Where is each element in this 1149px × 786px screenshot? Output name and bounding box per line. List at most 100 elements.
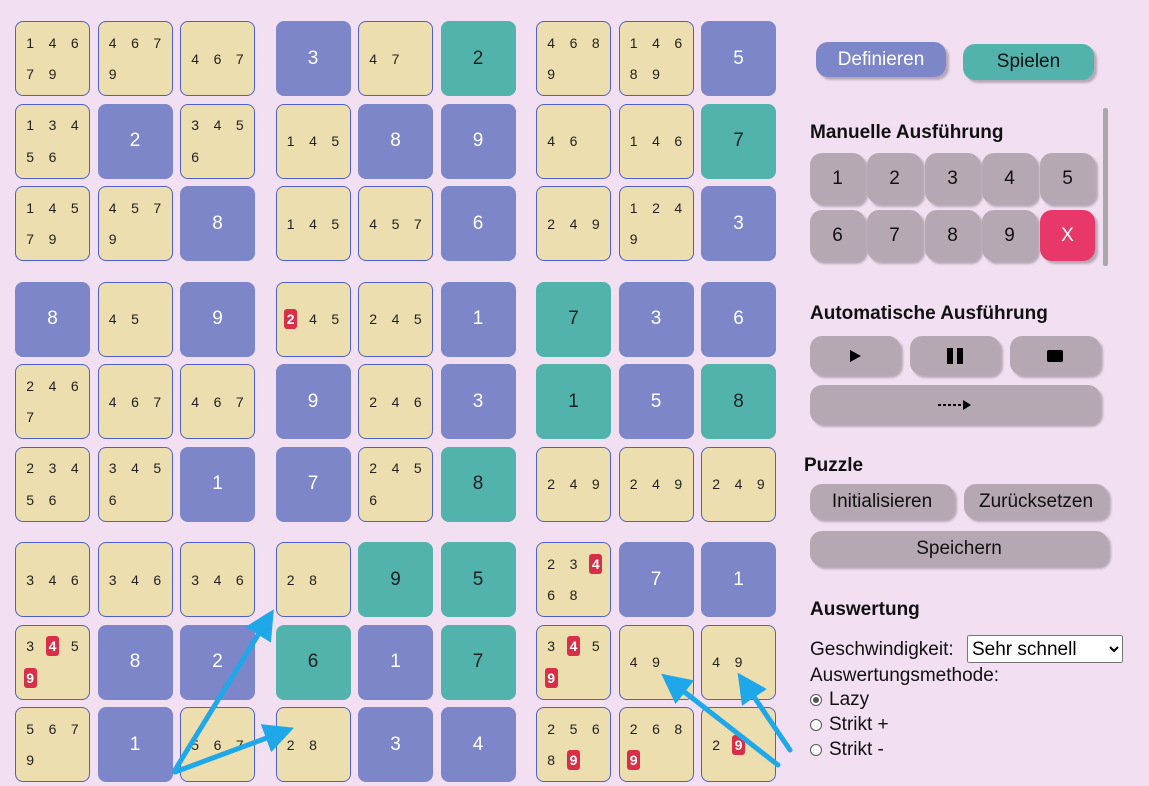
- cell-r7c2[interactable]: 346: [97, 542, 173, 617]
- pause-button[interactable]: [910, 336, 1000, 375]
- manual-scrollbar[interactable]: [1103, 108, 1108, 266]
- cell-r1c1[interactable]: 146 79: [15, 21, 90, 96]
- cell-r9c6[interactable]: 4: [440, 707, 516, 782]
- cell-r8c5[interactable]: 1: [358, 624, 433, 700]
- cell-r1c3[interactable]: 467: [180, 21, 255, 96]
- cell-r8c8[interactable]: 49: [618, 624, 694, 700]
- cell-r9c7[interactable]: 256 89: [536, 707, 611, 782]
- cell-r8c2[interactable]: 8: [97, 624, 173, 700]
- number-button-3[interactable]: 3: [925, 153, 980, 204]
- cell-r5c4[interactable]: 9: [275, 364, 351, 439]
- cell-r7c4[interactable]: 28: [275, 542, 351, 617]
- cell-r3c8[interactable]: 124 9: [618, 186, 694, 261]
- cell-r1c9[interactable]: 5: [701, 21, 776, 96]
- cell-r3c6[interactable]: 6: [440, 186, 516, 261]
- cell-r7c3[interactable]: 346: [180, 542, 255, 617]
- play-button[interactable]: [810, 336, 900, 375]
- cell-r1c2[interactable]: 467 9: [97, 21, 173, 96]
- stop-button[interactable]: [1010, 336, 1100, 375]
- cell-r3c1[interactable]: 145 79: [15, 186, 90, 261]
- define-mode-button[interactable]: Definieren: [816, 42, 946, 77]
- cell-r6c6[interactable]: 8: [440, 446, 516, 522]
- cell-r3c3[interactable]: 8: [180, 186, 255, 261]
- cell-r6c9[interactable]: 249: [701, 446, 776, 522]
- clear-button[interactable]: X: [1040, 210, 1095, 261]
- cell-r6c3[interactable]: 1: [180, 446, 255, 522]
- number-button-5[interactable]: 5: [1040, 153, 1095, 204]
- cell-r7c5[interactable]: 9: [358, 542, 433, 617]
- cell-r6c7[interactable]: 249: [536, 446, 611, 522]
- cell-r9c1[interactable]: 567 9: [15, 707, 90, 782]
- method-radio-option[interactable]: Strikt -: [810, 739, 884, 761]
- cell-r2c4[interactable]: 145: [275, 103, 351, 179]
- method-radio-option[interactable]: Strikt +: [810, 714, 889, 736]
- number-button-7[interactable]: 7: [867, 210, 922, 261]
- cell-r5c6[interactable]: 3: [440, 364, 516, 439]
- number-button-8[interactable]: 8: [925, 210, 980, 261]
- cell-r6c5[interactable]: 245 6: [358, 446, 433, 522]
- cell-r1c7[interactable]: 468 9: [536, 21, 611, 96]
- cell-r8c1[interactable]: 345 9: [15, 624, 90, 700]
- cell-r1c5[interactable]: 47: [358, 21, 433, 96]
- cell-r5c1[interactable]: 246 7: [15, 364, 90, 439]
- radio-button[interactable]: [810, 719, 822, 731]
- cell-r6c8[interactable]: 249: [618, 446, 694, 522]
- number-button-2[interactable]: 2: [867, 153, 922, 204]
- cell-r7c8[interactable]: 7: [618, 542, 694, 617]
- cell-r2c5[interactable]: 8: [358, 103, 433, 179]
- cell-r9c5[interactable]: 3: [358, 707, 433, 782]
- cell-r9c2[interactable]: 1: [97, 707, 173, 782]
- cell-r3c4[interactable]: 145: [275, 186, 351, 261]
- save-button[interactable]: Speichern: [810, 531, 1108, 566]
- initialize-button[interactable]: Initialisieren: [810, 484, 954, 519]
- cell-r4c9[interactable]: 6: [701, 281, 776, 357]
- cell-r2c9[interactable]: 7: [701, 103, 776, 179]
- cell-r9c9[interactable]: 29: [701, 707, 776, 782]
- cell-r2c2[interactable]: 2: [97, 103, 173, 179]
- cell-r2c6[interactable]: 9: [440, 103, 516, 179]
- cell-r5c2[interactable]: 467: [97, 364, 173, 439]
- number-button-9[interactable]: 9: [982, 210, 1037, 261]
- cell-r9c8[interactable]: 268 9: [618, 707, 694, 782]
- cell-r6c1[interactable]: 234 56: [15, 446, 90, 522]
- cell-r4c5[interactable]: 245: [358, 281, 433, 357]
- number-button-1[interactable]: 1: [810, 153, 865, 204]
- cell-r5c8[interactable]: 5: [618, 364, 694, 439]
- cell-r4c6[interactable]: 1: [440, 281, 516, 357]
- play-mode-button[interactable]: Spielen: [963, 44, 1094, 80]
- cell-r4c3[interactable]: 9: [180, 281, 255, 357]
- radio-button[interactable]: [810, 744, 822, 756]
- cell-r4c4[interactable]: 245: [275, 281, 351, 357]
- cell-r3c9[interactable]: 3: [701, 186, 776, 261]
- cell-r2c3[interactable]: 345 6: [180, 103, 255, 179]
- cell-r1c4[interactable]: 3: [275, 21, 351, 96]
- cell-r5c7[interactable]: 1: [536, 364, 611, 439]
- step-button[interactable]: [810, 385, 1100, 424]
- cell-r7c7[interactable]: 234 68: [536, 542, 611, 617]
- cell-r5c9[interactable]: 8: [701, 364, 776, 439]
- cell-r9c3[interactable]: 567: [180, 707, 255, 782]
- cell-r8c9[interactable]: 49: [701, 624, 776, 700]
- number-button-4[interactable]: 4: [982, 153, 1037, 204]
- cell-r4c8[interactable]: 3: [618, 281, 694, 357]
- cell-r5c3[interactable]: 467: [180, 364, 255, 439]
- cell-r3c5[interactable]: 457: [358, 186, 433, 261]
- number-button-6[interactable]: 6: [810, 210, 865, 261]
- speed-select[interactable]: Sehr schnell: [967, 635, 1123, 663]
- cell-r2c7[interactable]: 46: [536, 103, 611, 179]
- cell-r8c3[interactable]: 2: [180, 624, 255, 700]
- cell-r8c6[interactable]: 7: [440, 624, 516, 700]
- cell-r3c7[interactable]: 249: [536, 186, 611, 261]
- radio-button[interactable]: [810, 694, 822, 706]
- cell-r6c2[interactable]: 345 6: [97, 446, 173, 522]
- cell-r3c2[interactable]: 457 9: [97, 186, 173, 261]
- cell-r9c4[interactable]: 28: [275, 707, 351, 782]
- cell-r4c2[interactable]: 45: [97, 281, 173, 357]
- reset-button[interactable]: Zurücksetzen: [964, 484, 1108, 519]
- cell-r1c8[interactable]: 146 89: [618, 21, 694, 96]
- cell-r6c4[interactable]: 7: [275, 446, 351, 522]
- method-radio-option[interactable]: Lazy: [810, 689, 869, 711]
- cell-r7c1[interactable]: 346: [15, 542, 90, 617]
- cell-r1c6[interactable]: 2: [440, 21, 516, 96]
- cell-r4c7[interactable]: 7: [536, 281, 611, 357]
